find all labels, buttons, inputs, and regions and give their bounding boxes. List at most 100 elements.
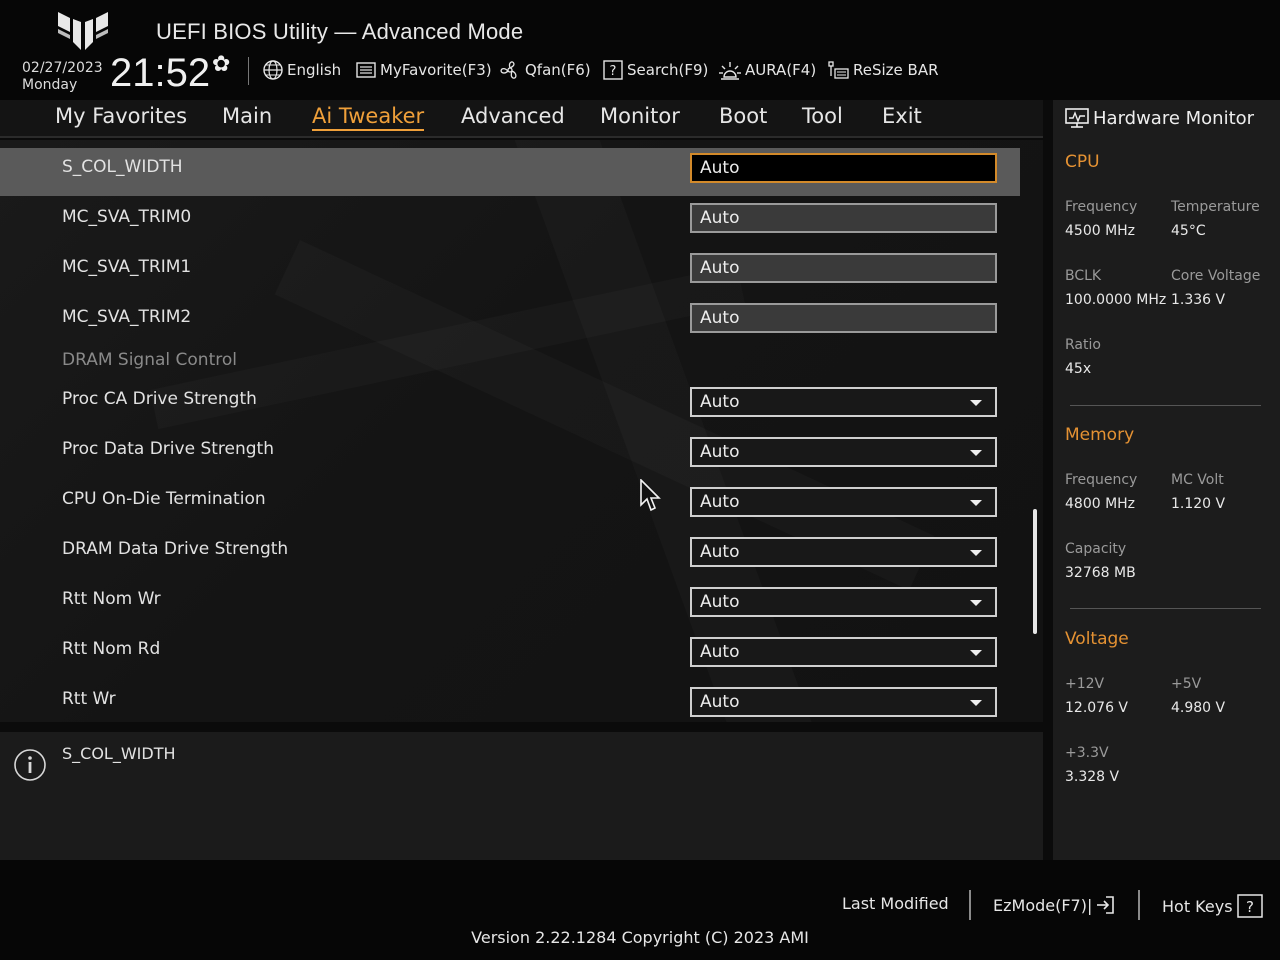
- footer-divider: [1138, 890, 1140, 920]
- chevron-down-icon: [970, 600, 982, 606]
- hardware-monitor-panel: Hardware Monitor CPU Frequency Temperatu…: [1053, 100, 1280, 860]
- settings-list: S_COL_WIDTH Auto MC_SVA_TRIM0 Auto MC_SV…: [0, 140, 1043, 722]
- cpu-frequency-value: 4500 MHz: [1065, 223, 1136, 239]
- resize-bar-button[interactable]: ReSize BAR: [826, 59, 939, 81]
- cpu-temperature-label: Temperature: [1171, 199, 1260, 215]
- date-text: 02/27/2023: [22, 60, 103, 76]
- aura-light-icon: [719, 62, 741, 80]
- bclk-value: 100.0000 MHz: [1065, 292, 1167, 308]
- core-voltage-value: 1.336 V: [1171, 292, 1226, 308]
- bios-title: UEFI BIOS Utility — Advanced Mode: [156, 19, 524, 44]
- tuf-logo-icon: [58, 12, 108, 50]
- setting-row[interactable]: MC_SVA_TRIM0 Auto: [0, 198, 1020, 246]
- capacity-value: 32768 MB: [1065, 565, 1136, 581]
- v5-label: +5V: [1171, 676, 1202, 692]
- cpu-frequency-label: Frequency: [1065, 199, 1138, 215]
- setting-input[interactable]: Auto: [690, 253, 997, 283]
- favorite-list-icon: [356, 62, 376, 78]
- monitor-icon: [1065, 108, 1089, 128]
- dropdown-value: Auto: [700, 692, 740, 712]
- ratio-label: Ratio: [1065, 337, 1101, 353]
- setting-label: S_COL_WIDTH: [62, 157, 183, 177]
- hotkeys-label: Hot Keys: [1162, 896, 1233, 916]
- setting-dropdown[interactable]: Auto: [690, 437, 997, 467]
- setting-dropdown[interactable]: Auto: [690, 487, 997, 517]
- setting-dropdown[interactable]: Auto: [690, 687, 997, 717]
- setting-row[interactable]: Proc Data Drive Strength Auto: [0, 432, 1020, 480]
- mc-volt-label: MC Volt: [1171, 472, 1224, 488]
- setting-dropdown[interactable]: Auto: [690, 387, 997, 417]
- tab-monitor[interactable]: Monitor: [600, 104, 680, 128]
- chevron-down-icon: [970, 650, 982, 656]
- setting-row[interactable]: Proc CA Drive Strength Auto: [0, 382, 1020, 430]
- clock-settings-gear-icon[interactable]: ✿: [212, 52, 230, 77]
- language-button[interactable]: English: [262, 59, 341, 81]
- setting-row[interactable]: Rtt Nom Rd Auto: [0, 632, 1020, 680]
- setting-label: Rtt Wr: [62, 689, 116, 709]
- svg-text:?: ?: [1246, 898, 1254, 916]
- tab-main[interactable]: Main: [222, 104, 272, 128]
- help-text: S_COL_WIDTH: [62, 744, 176, 763]
- chevron-down-icon: [970, 400, 982, 406]
- hotkeys-button[interactable]: Hot Keys ?: [1162, 894, 1263, 918]
- mouse-pointer-icon: [640, 479, 661, 512]
- help-question-icon: ?: [1236, 894, 1263, 918]
- last-modified-button[interactable]: Last Modified: [842, 894, 949, 913]
- header-divider: [248, 57, 249, 85]
- setting-row[interactable]: CPU On-Die Termination Auto: [0, 482, 1020, 530]
- myfavorite-label: MyFavorite(F3): [380, 61, 492, 79]
- info-icon: [14, 749, 46, 781]
- chevron-down-icon: [970, 550, 982, 556]
- setting-label: Rtt Nom Wr: [62, 589, 161, 609]
- myfavorite-button[interactable]: MyFavorite(F3): [355, 59, 492, 81]
- help-panel: S_COL_WIDTH: [0, 732, 1043, 860]
- setting-label: CPU On-Die Termination: [62, 489, 266, 509]
- tab-boot[interactable]: Boot: [719, 104, 767, 128]
- setting-dropdown[interactable]: Auto: [690, 537, 997, 567]
- voltage-section-title: Voltage: [1065, 629, 1129, 649]
- chevron-down-icon: [970, 450, 982, 456]
- chevron-down-icon: [970, 700, 982, 706]
- setting-row[interactable]: S_COL_WIDTH Auto: [0, 148, 1020, 196]
- fan-icon: [500, 61, 517, 79]
- chevron-down-icon: [970, 500, 982, 506]
- setting-row[interactable]: MC_SVA_TRIM2 Auto: [0, 298, 1020, 346]
- memory-section-title: Memory: [1065, 425, 1135, 445]
- memory-frequency-value: 4800 MHz: [1065, 496, 1136, 512]
- search-button[interactable]: ? Search(F9): [602, 59, 708, 81]
- tab-my-favorites[interactable]: My Favorites: [55, 104, 187, 128]
- top-header: UEFI BIOS Utility — Advanced Mode 02/27/…: [0, 0, 1280, 100]
- capacity-label: Capacity: [1065, 541, 1127, 557]
- aura-label: AURA(F4): [745, 61, 817, 79]
- tab-tool[interactable]: Tool: [802, 104, 843, 128]
- tab-exit[interactable]: Exit: [882, 104, 922, 128]
- cpu-temperature-value: 45°C: [1171, 223, 1206, 239]
- bottom-bar: Last Modified EzMode(F7)| Hot Keys ? Ver…: [0, 860, 1280, 960]
- setting-input[interactable]: Auto: [690, 153, 997, 183]
- aura-button[interactable]: AURA(F4): [718, 59, 816, 81]
- clock-time: 21:52: [110, 51, 211, 95]
- core-voltage-label: Core Voltage: [1171, 268, 1261, 284]
- setting-input[interactable]: Auto: [690, 303, 997, 333]
- dropdown-value: Auto: [700, 442, 740, 462]
- version-text: Version 2.22.1284 Copyright (C) 2023 AMI: [471, 928, 809, 947]
- ezmode-button[interactable]: EzMode(F7)|: [993, 894, 1116, 916]
- setting-row[interactable]: Rtt Wr Auto: [0, 682, 1020, 722]
- tab-advanced[interactable]: Advanced: [461, 104, 565, 128]
- qfan-button[interactable]: Qfan(F6): [498, 59, 591, 81]
- scrollbar[interactable]: [1033, 509, 1037, 634]
- setting-row[interactable]: MC_SVA_TRIM1 Auto: [0, 248, 1020, 296]
- qfan-label: Qfan(F6): [525, 61, 591, 79]
- setting-dropdown[interactable]: Auto: [690, 637, 997, 667]
- ezmode-label: EzMode(F7)|: [993, 895, 1093, 915]
- setting-row[interactable]: DRAM Data Drive Strength Auto: [0, 532, 1020, 580]
- v33-label: +3.3V: [1065, 745, 1109, 761]
- tab-ai-tweaker[interactable]: Ai Tweaker: [312, 104, 425, 131]
- setting-input[interactable]: Auto: [690, 203, 997, 233]
- setting-label: Proc Data Drive Strength: [62, 439, 274, 459]
- setting-dropdown[interactable]: Auto: [690, 587, 997, 617]
- resize-bar-label: ReSize BAR: [853, 61, 939, 79]
- setting-row[interactable]: Rtt Nom Wr Auto: [0, 582, 1020, 630]
- v12-label: +12V: [1065, 676, 1105, 692]
- setting-label: MC_SVA_TRIM2: [62, 307, 192, 327]
